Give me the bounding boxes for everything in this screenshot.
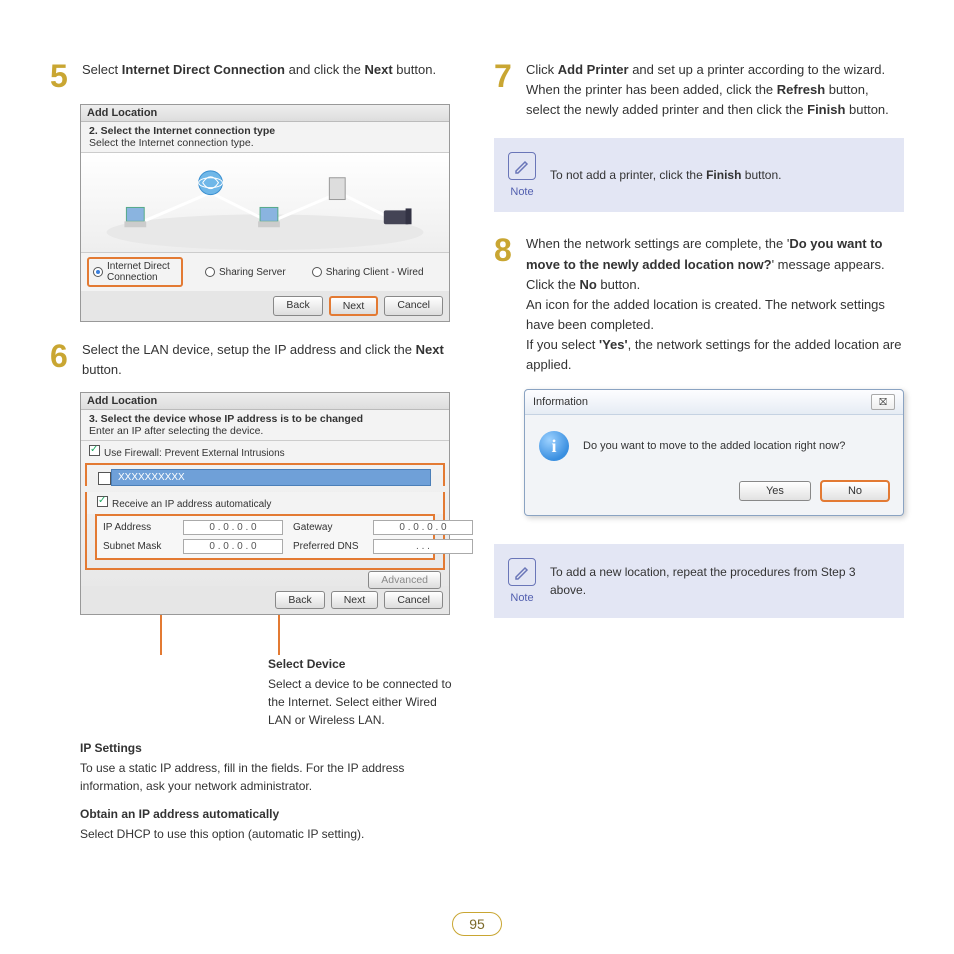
pencil-icon [508,152,536,180]
dialog-sub: 2. Select the Internet connection type S… [81,122,449,153]
page-number: 95 [452,912,502,936]
step-number-6: 6 [50,340,74,372]
back-button[interactable]: Back [275,591,324,609]
ip-settings-block: IP Address 0 . 0 . 0 . 0 Gateway 0 . 0 .… [95,514,435,560]
yes-button[interactable]: Yes [739,481,811,501]
radio-icon [312,267,322,277]
option-internet-direct[interactable]: Internet Direct Connection [87,257,183,287]
step-number-8: 8 [494,234,518,266]
step-6-text: Select the LAN device, setup the IP addr… [82,340,454,380]
info-icon: i [539,431,569,461]
auto-ip-title: Obtain an IP address automatically [80,805,454,823]
dialog-buttons: Back Next Cancel [81,291,449,321]
step-7-text: Click Add Printer and set up a printer a… [526,60,904,120]
ip-settings-text: To use a static IP address, fill in the … [80,759,454,795]
option-sharing-server[interactable]: Sharing Server [201,257,290,287]
add-location-dialog-connection: Add Location 2. Select the Internet conn… [80,104,450,322]
step-6: 6 Select the LAN device, setup the IP ad… [50,340,454,380]
advanced-row: Advanced [81,574,441,586]
step-8-text: When the network settings are complete, … [526,234,904,375]
subnet-field[interactable]: 0 . 0 . 0 . 0 [183,539,283,554]
step-5: 5 Select Internet Direct Connection and … [50,60,454,92]
next-button[interactable]: Next [329,296,379,316]
auto-ip-row[interactable]: Receive an IP address automaticaly [87,492,443,514]
cancel-button[interactable]: Cancel [384,591,443,609]
note-1-text: To not add a printer, click the Finish b… [550,166,781,184]
radio-icon [93,267,103,277]
back-button[interactable]: Back [273,296,322,316]
step-number-7: 7 [494,60,518,92]
info-buttons: Yes No [525,471,903,515]
note-label: Note [510,592,533,604]
device-select[interactable]: XXXXXXXXXX [111,469,431,486]
step-7: 7 Click Add Printer and set up a printer… [494,60,904,120]
dns-field[interactable]: . . . [373,539,473,554]
auto-ip-callout: Obtain an IP address automatically Selec… [80,805,454,843]
dialog-title: Add Location [81,105,449,122]
note-icon-group: Note [508,152,536,198]
add-location-dialog-ip: Add Location 3. Select the device whose … [80,392,450,615]
checkbox-icon [97,496,108,507]
info-body: i Do you want to move to the added locat… [525,415,903,471]
ip-settings-title: IP Settings [80,739,454,757]
step-number-5: 5 [50,60,74,92]
step-5-text: Select Internet Direct Connection and cl… [82,60,436,80]
radio-icon [205,267,215,277]
callouts: Select Device Select a device to be conn… [80,633,454,795]
note-label: Note [510,186,533,198]
step-8: 8 When the network settings are complete… [494,234,904,375]
dns-label: Preferred DNS [293,541,363,552]
gateway-field[interactable]: 0 . 0 . 0 . 0 [373,520,473,535]
auto-ip-text: Select DHCP to use this option (automati… [80,825,454,843]
connection-diagram [81,153,449,253]
select-device-title: Select Device [268,655,454,673]
ip-address-field[interactable]: 0 . 0 . 0 . 0 [183,520,283,535]
note-2-text: To add a new location, repeat the proced… [550,563,890,599]
note-box-1: Note To not add a printer, click the Fin… [494,138,904,212]
information-dialog: Information ⛝ i Do you want to move to t… [524,389,904,516]
note-box-2: Note To add a new location, repeat the p… [494,544,904,618]
no-button[interactable]: No [821,481,889,501]
info-title-text: Information [533,396,588,408]
dialog-title: Add Location [81,393,449,410]
gateway-label: Gateway [293,522,363,533]
close-button[interactable]: ⛝ [871,394,895,410]
option-sharing-client[interactable]: Sharing Client - Wired [308,257,428,287]
ip-address-label: IP Address [103,522,173,533]
info-message: Do you want to move to the added locatio… [583,440,845,452]
select-device-text: Select a device to be connected to the I… [268,675,454,729]
note-icon-group: Note [508,558,536,604]
page-footer: 95 [0,912,954,936]
subnet-label: Subnet Mask [103,541,173,552]
dialog-sub: 3. Select the device whose IP address is… [81,410,449,441]
info-titlebar: Information ⛝ [525,390,903,415]
cancel-button[interactable]: Cancel [384,296,443,316]
connection-options: Internet Direct Connection Sharing Serve… [81,253,449,291]
advanced-button[interactable]: Advanced [368,571,441,589]
pencil-icon [508,558,536,586]
checkbox-icon [89,445,100,456]
next-button[interactable]: Next [331,591,379,609]
firewall-row[interactable]: Use Firewall: Prevent External Intrusion… [81,441,449,463]
dialog-buttons: Back Next Cancel [81,586,449,614]
